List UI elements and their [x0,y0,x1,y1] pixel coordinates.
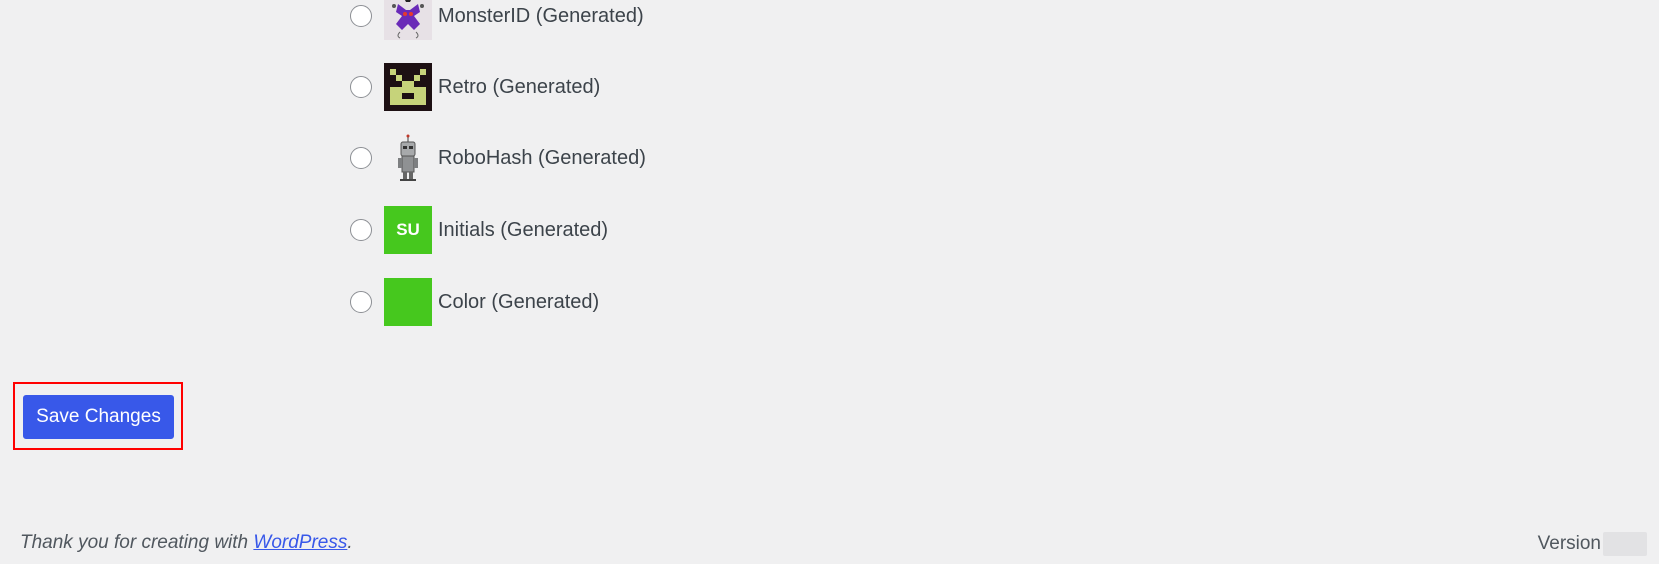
footer-thanks-suffix: . [347,532,353,553]
save-changes-button[interactable]: Save Changes [23,395,174,439]
robohash-avatar-icon [384,134,432,182]
retro-radio[interactable] [350,76,372,98]
avatar-option-label: RoboHash (Generated) [438,146,646,169]
retro-avatar-icon [384,63,432,111]
avatar-option-initials[interactable]: SU Initials (Generated) [350,206,608,254]
avatar-option-color[interactable]: Color (Generated) [350,278,599,326]
initials-radio[interactable] [350,219,372,241]
color-radio[interactable] [350,291,372,313]
avatar-option-label: Retro (Generated) [438,75,601,98]
monsterid-radio[interactable] [350,5,372,27]
footer-thanks: Thank you for creating with WordPress. [20,532,353,554]
color-avatar-icon [384,278,432,326]
version-label: Version [1537,533,1601,554]
wordpress-link[interactable]: WordPress [253,532,347,553]
avatar-option-monsterid[interactable]: MonsterID (Generated) [350,0,644,40]
avatar-option-label: Color (Generated) [438,290,600,313]
avatar-option-robohash[interactable]: RoboHash (Generated) [350,134,646,182]
avatar-option-retro[interactable]: Retro (Generated) [350,63,600,111]
initials-avatar-text: SU [396,220,420,239]
initials-avatar-icon: SU [384,206,432,254]
avatar-settings-page: MonsterID (Generated) Retro (Generated) … [0,0,1659,564]
avatar-option-label: Initials (Generated) [438,218,609,241]
avatar-option-label: MonsterID (Generated) [438,4,644,27]
footer-version: Version [1538,532,1647,556]
robohash-radio[interactable] [350,147,372,169]
version-number-redacted [1603,532,1647,556]
footer-thanks-text: Thank you for creating with [20,532,254,553]
monsterid-avatar-icon [384,0,432,40]
